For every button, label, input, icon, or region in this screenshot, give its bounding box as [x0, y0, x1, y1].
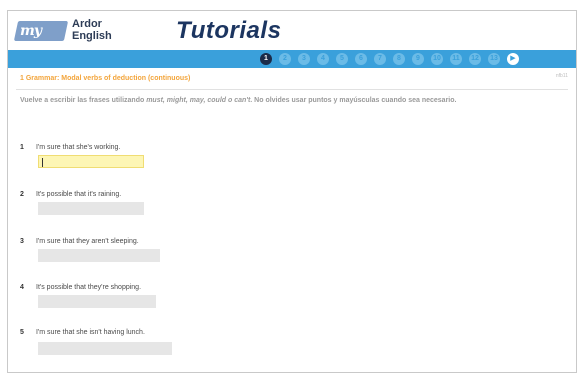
question-text: I'm sure that she's working.: [36, 144, 121, 151]
section-title: 1 Grammar: Modal verbs of deduction (con…: [20, 75, 191, 82]
question-text: It's possible that it's raining.: [36, 191, 122, 198]
step-12-button[interactable]: 12: [469, 53, 481, 65]
answer-input-4[interactable]: [38, 295, 156, 308]
step-8-button[interactable]: 8: [393, 53, 405, 65]
step-11-button[interactable]: 11: [450, 53, 462, 65]
exercise-window: my Ardor English Tutorials 1 2 3 4 5 6 7…: [7, 10, 577, 373]
question-text: It's possible that they're shopping.: [36, 284, 142, 291]
exercise-code: nfb11: [555, 73, 568, 79]
question-number: 3: [20, 238, 24, 245]
step-7-button[interactable]: 7: [374, 53, 386, 65]
logo-text: Ardor English: [72, 18, 112, 42]
answer-input-1[interactable]: [38, 155, 144, 168]
question-text: I'm sure that they aren't sleeping.: [36, 238, 139, 245]
instructions: Vuelve a escribir las frases utilizando …: [20, 97, 457, 104]
step-5-button[interactable]: 5: [336, 53, 348, 65]
question-number: 1: [20, 144, 24, 151]
answer-input-5[interactable]: [38, 342, 172, 355]
ardor-english-logo: my Ardor English: [13, 17, 146, 45]
step-6-button[interactable]: 6: [355, 53, 367, 65]
header: my Ardor English Tutorials: [8, 11, 576, 49]
step-9-button[interactable]: 9: [412, 53, 424, 65]
exercise-nav: 1 2 3 4 5 6 7 8 9 10 11 12 13 ▶: [8, 50, 576, 68]
next-arrow-icon[interactable]: ▶: [507, 53, 519, 65]
step-3-button[interactable]: 3: [298, 53, 310, 65]
divider: [16, 89, 568, 90]
question-number: 2: [20, 191, 24, 198]
question-text: I'm sure that she isn't having lunch.: [36, 329, 145, 336]
step-4-button[interactable]: 4: [317, 53, 329, 65]
answer-input-3[interactable]: [38, 249, 160, 262]
text-cursor: [42, 158, 43, 167]
step-13-button[interactable]: 13: [488, 53, 500, 65]
step-1-button[interactable]: 1: [260, 53, 272, 65]
step-2-button[interactable]: 2: [279, 53, 291, 65]
question-number: 5: [20, 329, 24, 336]
step-10-button[interactable]: 10: [431, 53, 443, 65]
page-title: Tutorials: [176, 17, 282, 44]
answer-input-2[interactable]: [38, 202, 144, 215]
question-number: 4: [20, 284, 24, 291]
logo-mark: my: [13, 21, 69, 41]
